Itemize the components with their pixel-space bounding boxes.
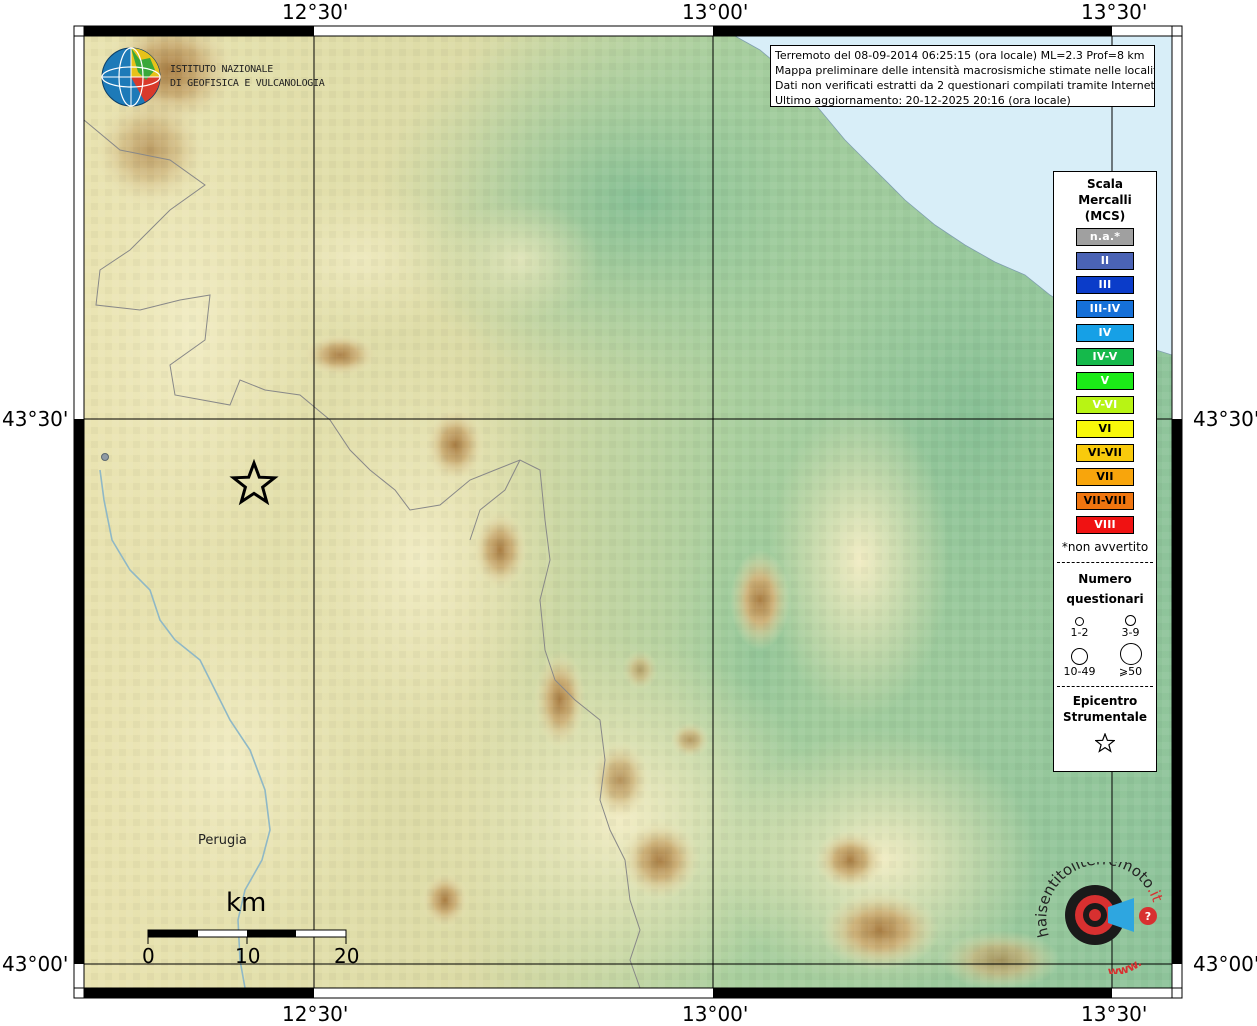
institute-line-2: DI GEOFISICA E VULCANOLOGIA — [170, 78, 325, 89]
city-label-perugia[interactable]: Perugia — [198, 833, 247, 848]
info-line-2: Mappa preliminare delle intensità macros… — [775, 64, 1155, 77]
lake — [101, 453, 109, 461]
legend-item-iii-iv: III-IV — [1076, 300, 1134, 318]
legend-item-iii: III — [1076, 276, 1134, 294]
epicenter-title: Epicentro Strumentale — [1054, 693, 1156, 725]
legend-item-vi-vii: VI-VII — [1076, 444, 1134, 462]
lon-label-top-1300: 13°00' — [682, 0, 749, 24]
count-symbols: 1-2 3-9 10-49 ⩾50 — [1054, 615, 1156, 678]
legend-item-iv: IV — [1076, 324, 1134, 342]
hst-logo-main-text: haisentitoilterremoto.it — [1035, 862, 1165, 939]
count-label-50-plus: ⩾50 — [1118, 665, 1143, 678]
lon-label-top-1230: 12°30' — [282, 0, 349, 24]
count-label-1-2: 1-2 — [1070, 626, 1089, 639]
legend-divider — [1057, 562, 1153, 563]
legend-item-vii: VII — [1076, 468, 1134, 486]
legend-item-ii: II — [1076, 252, 1134, 270]
hst-logo-www-text: www. — [1108, 955, 1145, 974]
legend-item-viii: VIII — [1076, 516, 1134, 534]
epicenter-title-line-2: Strumentale — [1062, 710, 1148, 724]
hst-logo[interactable]: haisentitoilterremoto.it www. — [1032, 850, 1166, 978]
lon-label-top-1330: 13°30' — [1081, 0, 1148, 24]
event-info-box: Terremoto del 08-09-2014 06:25:15 (ora l… — [770, 45, 1155, 107]
scale-tick-0: 0 — [142, 944, 155, 968]
legend-title-line-2: Mercalli — [1078, 193, 1132, 207]
scale-tick-20: 20 — [334, 944, 360, 968]
lat-label-right-4300: 43°00' — [1193, 952, 1257, 976]
institute-line-1: ISTITUTO NAZIONALE — [170, 64, 273, 75]
scale-tick-10: 10 — [235, 944, 261, 968]
legend-item-vii-viii: VII-VIII — [1076, 492, 1134, 510]
info-line-3: Dati non verificati estratti da 2 questi… — [775, 79, 1155, 92]
institute-name: ISTITUTO NAZIONALE DI GEOFISICA E VULCAN… — [170, 63, 325, 91]
legend-note: *non avvertito — [1061, 540, 1149, 554]
info-line-4: Ultimo aggiornamento: 20-12-2025 20:16 (… — [775, 94, 1071, 107]
scale-unit-label: km — [226, 888, 267, 918]
ingv-globe-logo — [101, 47, 161, 107]
count-symbol-50-plus: ⩾50 — [1105, 643, 1156, 678]
legend-item-vi: VI — [1076, 420, 1134, 438]
legend-item-v-vi: V-VI — [1076, 396, 1134, 414]
lon-label-bottom-1300: 13°00' — [682, 1002, 749, 1026]
count-label-3-9: 3-9 — [1121, 626, 1140, 639]
mcs-legend: Scala Mercalli (MCS) n.a.* II III III-IV… — [1053, 171, 1157, 772]
legend-intensity-list: n.a.* II III III-IV IV IV-V V V-VI VI VI… — [1054, 228, 1156, 534]
circle-icon-large — [1071, 648, 1088, 665]
count-title-line-2: questionari — [1066, 592, 1144, 606]
legend-item-iv-v: IV-V — [1076, 348, 1134, 366]
legend-title: Scala Mercalli (MCS) — [1054, 176, 1156, 224]
lon-label-bottom-1330: 13°30' — [1081, 1002, 1148, 1026]
count-symbol-3-9: 3-9 — [1105, 615, 1156, 639]
circle-icon-xlarge — [1119, 643, 1142, 665]
terrain — [84, 36, 1172, 988]
count-title-line-1: Numero — [1078, 572, 1132, 586]
lat-label-left-4300: 43°00' — [2, 952, 69, 976]
count-symbol-1-2: 1-2 — [1054, 615, 1105, 639]
lon-label-bottom-1230: 12°30' — [282, 1002, 349, 1026]
legend-title-line-1: Scala — [1086, 177, 1124, 191]
circle-icon-small — [1075, 617, 1084, 626]
legend-item-na: n.a.* — [1076, 228, 1134, 246]
lat-label-left-4330: 43°30' — [2, 407, 69, 431]
info-line-1: Terremoto del 08-09-2014 06:25:15 (ora l… — [775, 49, 1145, 62]
star-icon — [1054, 732, 1156, 757]
epicenter-title-line-1: Epicentro — [1072, 694, 1138, 708]
legend-title-line-3: (MCS) — [1084, 209, 1126, 223]
count-label-10-49: 10-49 — [1063, 665, 1096, 678]
count-symbol-10-49: 10-49 — [1054, 643, 1105, 678]
legend-divider-2 — [1057, 686, 1153, 687]
legend-item-v: V — [1076, 372, 1134, 390]
circle-icon-medium — [1125, 615, 1136, 626]
count-title: Numero questionari — [1054, 569, 1156, 609]
lat-label-right-4330: 43°30' — [1193, 407, 1257, 431]
